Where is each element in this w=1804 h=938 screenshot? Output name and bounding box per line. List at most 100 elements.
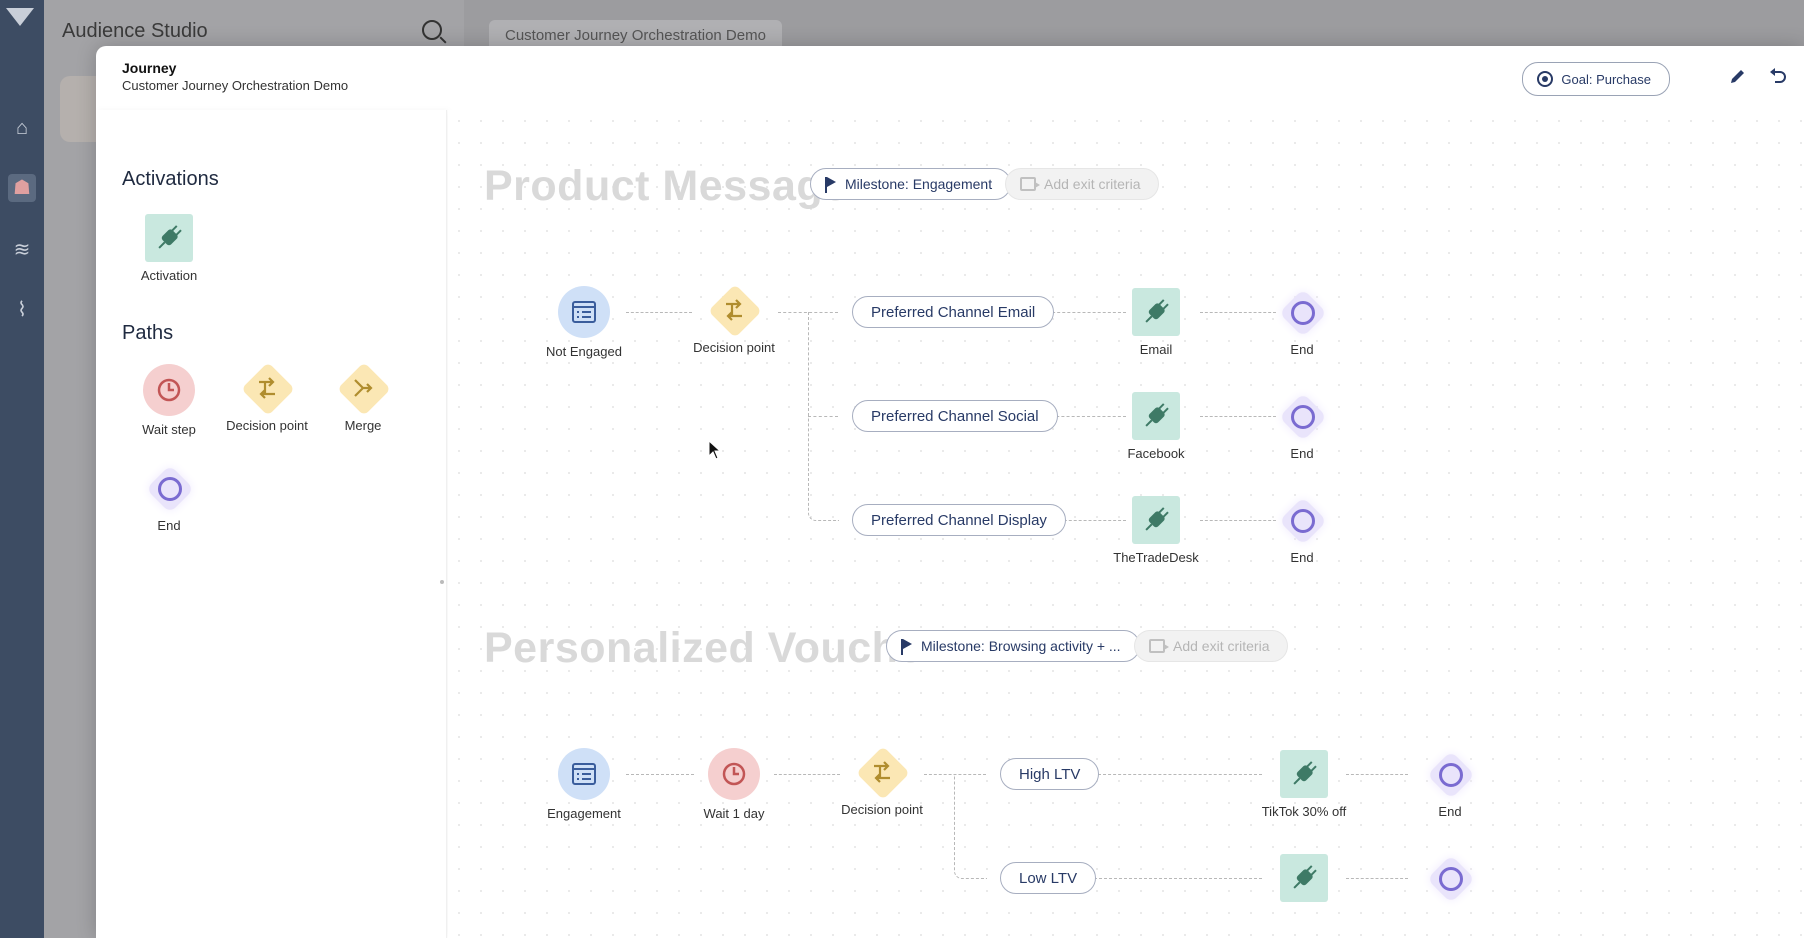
node-label: End	[1438, 804, 1462, 819]
exit-label: Add exit criteria	[1044, 176, 1141, 192]
exit-label: Add exit criteria	[1173, 638, 1270, 654]
palette-end[interactable]: End	[124, 464, 214, 533]
list-icon	[558, 286, 610, 338]
flag-icon	[825, 177, 836, 193]
goal-label: Goal: Purchase	[1561, 71, 1651, 87]
modal-kicker: Journey	[122, 60, 177, 76]
goal-button[interactable]: Goal: Purchase	[1522, 62, 1670, 96]
node-activation-facebook[interactable]: Facebook	[1096, 392, 1216, 461]
node-not-engaged[interactable]: Not Engaged	[524, 286, 644, 359]
node-activation-thetradedesk[interactable]: TheTradeDesk	[1096, 496, 1216, 565]
node-wait-1-day[interactable]: Wait 1 day	[674, 748, 794, 821]
activations-heading: Activations	[122, 168, 219, 190]
node-label: Decision point	[841, 802, 923, 817]
node-label: TheTradeDesk	[1113, 550, 1199, 565]
clock-icon	[708, 748, 760, 800]
milestone-label: Milestone: Engagement	[845, 176, 993, 192]
node-label: Engagement	[547, 806, 621, 821]
node-label: TikTok 30% off	[1261, 804, 1347, 819]
left-nav-rail: ⌂ ☗ ≋ ⌇	[0, 0, 44, 938]
milestone-label: Milestone: Browsing activity + ...	[921, 638, 1121, 654]
connector	[1098, 774, 1262, 775]
node-label: End	[1290, 550, 1314, 565]
add-exit-criteria-button[interactable]: Add exit criteria	[1005, 168, 1160, 200]
node-activation-email[interactable]: Email	[1096, 288, 1216, 357]
node-end[interactable]	[1390, 854, 1510, 904]
plug-icon	[1132, 392, 1180, 440]
palette-activation[interactable]: Activation	[124, 214, 214, 283]
plug-icon	[1280, 750, 1328, 798]
palette-wait-step[interactable]: Wait step	[124, 364, 214, 437]
clock-icon	[143, 364, 195, 416]
exit-icon	[1020, 177, 1040, 191]
modal-header: Journey Customer Journey Orchestration D…	[96, 46, 1804, 110]
palette-activation-label: Activation	[140, 268, 198, 283]
connector	[954, 774, 987, 879]
collapse-handle[interactable]	[440, 580, 444, 584]
list-icon	[558, 748, 610, 800]
node-end[interactable]: End	[1242, 288, 1362, 357]
end-icon	[145, 464, 195, 514]
branch-low-ltv[interactable]: Low LTV	[1000, 862, 1097, 894]
connector	[1094, 878, 1262, 879]
home-icon[interactable]: ⌂	[8, 114, 36, 142]
node-end[interactable]: End	[1242, 392, 1362, 461]
branch-preferred-channel-social[interactable]: Preferred Channel Social	[852, 400, 1058, 432]
node-label: Decision point	[693, 340, 775, 355]
journey-canvas[interactable]: Product Message Milestone: Engagement Ad…	[448, 110, 1804, 938]
milestone-browsing-button[interactable]: Milestone: Browsing activity + ...	[886, 630, 1140, 662]
audience-icon[interactable]: ☗	[8, 174, 36, 202]
milestone-engagement-button[interactable]: Milestone: Engagement	[810, 168, 1012, 200]
node-decision-point[interactable]: Decision point	[674, 284, 794, 355]
node-activation[interactable]	[1244, 854, 1364, 902]
node-engagement[interactable]: Engagement	[524, 748, 644, 821]
node-palette: Activations Activation Paths Wait step D…	[96, 110, 447, 938]
exit-icon	[1149, 639, 1169, 653]
journey-editor-modal: Journey Customer Journey Orchestration D…	[96, 46, 1804, 938]
node-label: Facebook	[1127, 446, 1185, 461]
node-decision-point[interactable]: Decision point	[822, 746, 942, 817]
palette-wait-label: Wait step	[142, 422, 196, 437]
paths-heading: Paths	[122, 322, 174, 344]
node-label: Not Engaged	[546, 344, 622, 359]
database-icon[interactable]: ≋	[8, 236, 36, 264]
palette-decision-point[interactable]: Decision point	[222, 362, 312, 433]
node-end[interactable]: End	[1242, 496, 1362, 565]
node-label: Email	[1139, 342, 1173, 357]
palette-merge[interactable]: Merge	[318, 362, 408, 433]
plug-icon	[145, 214, 193, 262]
plug-icon	[1132, 496, 1180, 544]
plug-icon	[1132, 288, 1180, 336]
end-icon	[1278, 392, 1328, 442]
branch-high-ltv[interactable]: High LTV	[1000, 758, 1100, 790]
app-title: Audience Studio	[62, 20, 208, 42]
palette-end-label: End	[157, 518, 181, 533]
logo-icon	[6, 8, 34, 26]
undo-icon[interactable]	[1768, 66, 1788, 86]
node-end[interactable]: End	[1390, 750, 1510, 819]
journey-name: Customer Journey Orchestration Demo	[122, 78, 349, 93]
target-icon	[1537, 71, 1554, 87]
add-exit-criteria-button[interactable]: Add exit criteria	[1134, 630, 1289, 662]
end-icon	[1278, 496, 1328, 546]
end-icon	[1426, 750, 1476, 800]
pencil-icon[interactable]	[1728, 66, 1748, 86]
palette-merge-label: Merge	[344, 418, 382, 433]
end-icon	[1426, 854, 1476, 904]
connector	[808, 416, 839, 521]
split-icon	[856, 746, 910, 800]
palette-decision-label: Decision point	[226, 418, 308, 433]
branch-preferred-channel-email[interactable]: Preferred Channel Email	[852, 296, 1055, 328]
analytics-icon[interactable]: ⌇	[8, 296, 36, 324]
node-label: Wait 1 day	[703, 806, 765, 821]
node-activation-tiktok[interactable]: TikTok 30% off	[1244, 750, 1364, 819]
section-title-personalized-voucher: Personalized Voucher	[484, 624, 941, 672]
mouse-cursor-icon	[708, 440, 722, 460]
search-icon[interactable]	[422, 20, 442, 40]
split-icon	[708, 284, 762, 338]
flag-icon	[901, 639, 912, 655]
end-icon	[1278, 288, 1328, 338]
section-title-product-message: Product Message	[484, 162, 848, 210]
branch-preferred-channel-display[interactable]: Preferred Channel Display	[852, 504, 1066, 536]
split-icon	[241, 362, 295, 416]
